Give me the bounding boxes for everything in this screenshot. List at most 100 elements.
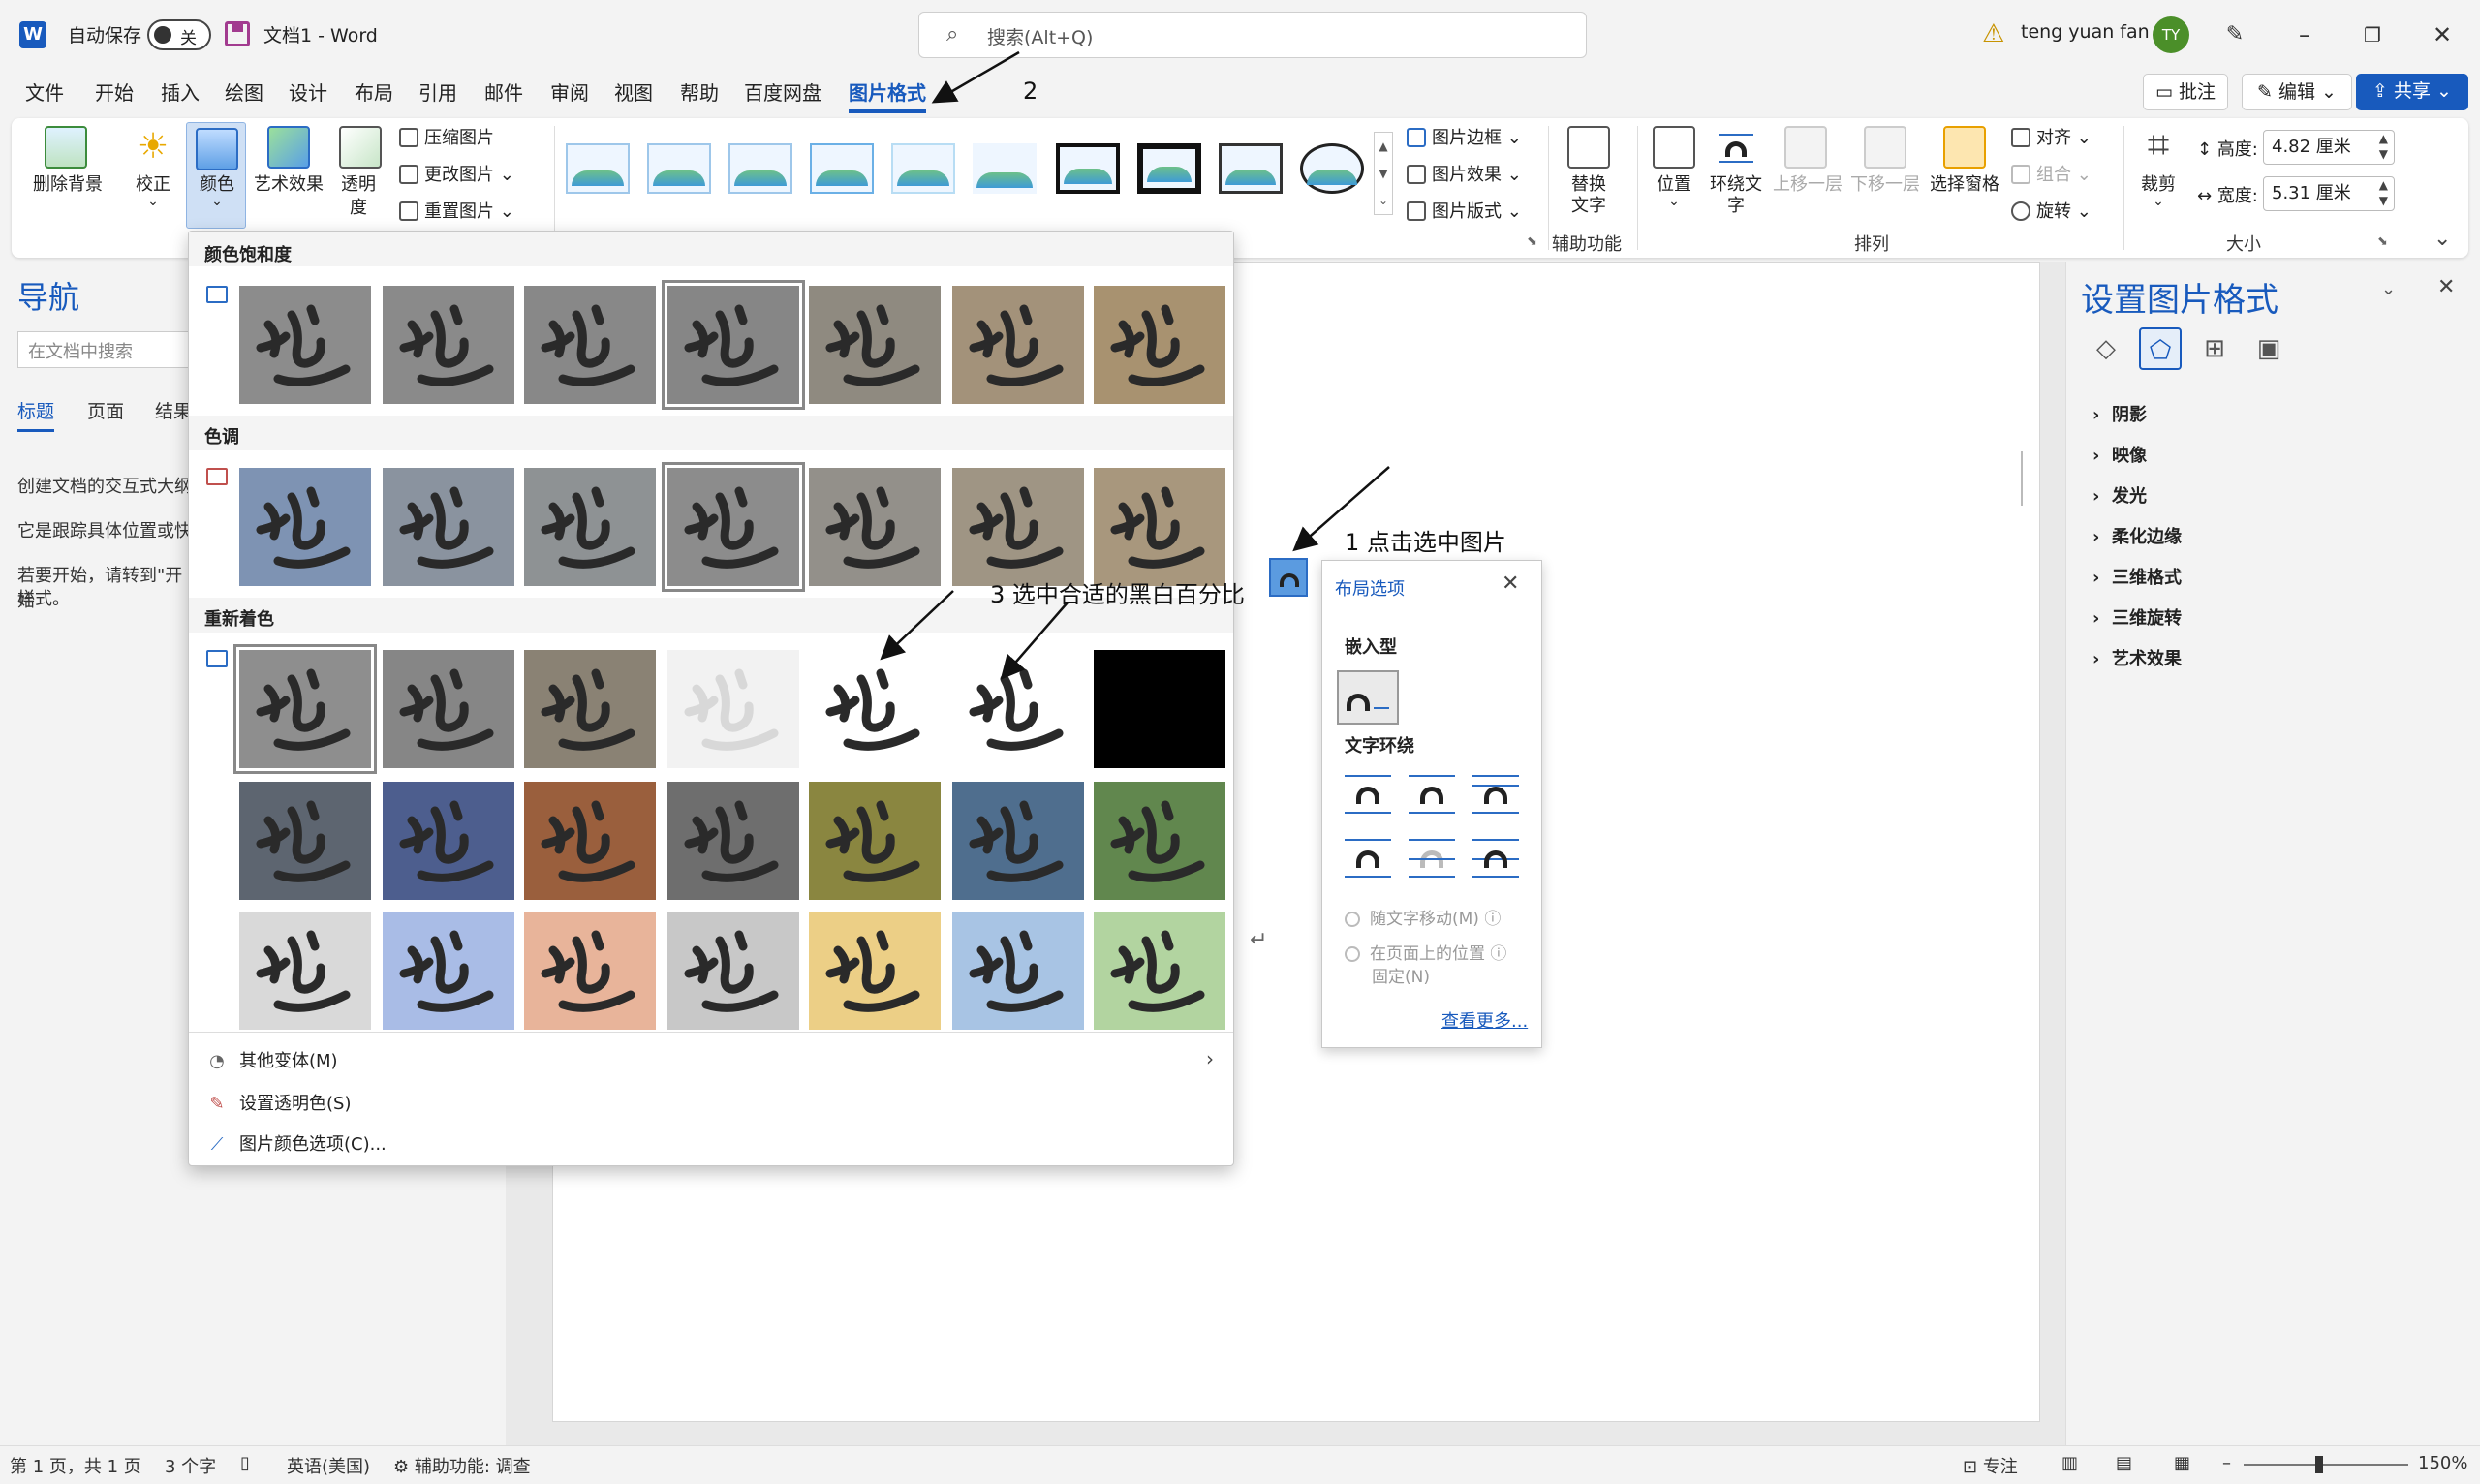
picture-style-thumb[interactable] <box>566 143 630 194</box>
send-backward-button[interactable]: 下移一层 <box>1846 170 1924 196</box>
compress-pictures-button[interactable]: 压缩图片 <box>399 124 494 149</box>
recolor-swatch[interactable] <box>667 782 799 900</box>
group-button[interactable]: 组合 ⌄ <box>2011 161 2092 186</box>
wrap-top-bottom-option[interactable] <box>1343 839 1393 878</box>
layout-options-icon[interactable] <box>1269 558 1308 597</box>
zoom-level[interactable]: 150% <box>2418 1453 2467 1473</box>
page-count[interactable]: 第 1 页，共 1 页 <box>10 1453 141 1478</box>
bring-forward-button[interactable]: 上移一层 <box>1769 170 1846 196</box>
tab-review[interactable]: 审阅 <box>550 77 589 106</box>
selection-pane-button[interactable]: 选择窗格 <box>1926 170 2003 196</box>
reset-picture-button[interactable]: 重置图片 ⌄ <box>399 198 514 223</box>
word-count[interactable]: 3 个字 <box>165 1453 216 1478</box>
collapse-ribbon-icon[interactable]: ⌄ <box>2434 227 2451 251</box>
picture-color-options-item[interactable]: ⟋ 图片颜色选项(C)... <box>206 1130 387 1156</box>
zoom-slider-thumb[interactable] <box>2315 1456 2323 1473</box>
saturation-swatch[interactable] <box>952 286 1084 404</box>
see-more-link[interactable]: 查看更多... <box>1442 1007 1528 1033</box>
effects-icon[interactable]: ⬠ <box>2139 327 2182 370</box>
recolor-swatch[interactable] <box>233 644 377 774</box>
tab-layout[interactable]: 布局 <box>355 77 393 106</box>
search-box[interactable]: ⌕ 搜索(Alt+Q) <box>918 12 1587 58</box>
recolor-swatch[interactable] <box>1094 912 1225 1030</box>
saturation-swatch[interactable] <box>524 286 656 404</box>
restore-icon[interactable]: ❐ <box>2348 14 2397 56</box>
picture-style-thumb[interactable] <box>810 143 874 194</box>
recolor-swatch[interactable] <box>383 782 514 900</box>
user-name[interactable]: teng yuan fan <box>2021 21 2150 43</box>
section-artistic-effects[interactable]: › 艺术效果 <box>2092 645 2182 670</box>
wrap-behind-option[interactable] <box>1407 839 1457 878</box>
recolor-swatch[interactable] <box>239 782 371 900</box>
tab-insert[interactable]: 插入 <box>161 77 200 106</box>
dialog-launcher-icon[interactable]: ⬊ <box>1527 234 1537 249</box>
section-glow[interactable]: › 发光 <box>2092 482 2147 508</box>
position-button[interactable]: 位置 <box>1647 170 1701 196</box>
set-transparent-color-item[interactable]: ✎ 设置透明色(S) <box>206 1090 351 1115</box>
web-layout-icon[interactable]: ▦ <box>2174 1453 2190 1473</box>
tab-picture-format[interactable]: 图片格式 <box>849 77 926 113</box>
width-input[interactable]: 5.31 厘米 ▲ ▼ <box>2263 176 2395 211</box>
tab-draw[interactable]: 绘图 <box>225 77 264 106</box>
picture-style-thumb[interactable] <box>891 143 955 194</box>
tab-baidu[interactable]: 百度网盘 <box>744 77 822 106</box>
picture-style-thumb[interactable] <box>647 143 711 194</box>
tab-home[interactable]: 开始 <box>95 77 134 106</box>
pen-icon[interactable]: ✎ <box>2211 14 2259 56</box>
remove-background-button[interactable]: 删除背景 <box>29 170 107 196</box>
wrap-square-option[interactable] <box>1343 775 1393 814</box>
accessibility-status[interactable]: ⚙ 辅助功能: 调查 <box>393 1453 531 1478</box>
corrections-button[interactable]: 校正 <box>132 170 174 196</box>
picture-border-button[interactable]: 图片边框 ⌄ <box>1407 124 1522 149</box>
gallery-scroll[interactable]: ▲ ▼ ⌄ <box>1374 132 1393 215</box>
picture-style-thumb[interactable] <box>728 143 792 194</box>
recolor-swatch[interactable] <box>667 650 799 768</box>
wrap-inline-option[interactable] <box>1337 670 1399 725</box>
saturation-swatch[interactable] <box>662 280 805 410</box>
recolor-swatch[interactable] <box>809 650 941 768</box>
avatar[interactable]: TY <box>2153 16 2189 53</box>
comment-button[interactable]: ▭ 批注 <box>2143 74 2228 110</box>
spinner-icon[interactable]: ▲ ▼ <box>2379 131 2388 162</box>
tone-swatch[interactable] <box>1094 468 1225 586</box>
tone-swatch[interactable] <box>383 468 514 586</box>
print-layout-icon[interactable]: ▤ <box>2116 1453 2132 1473</box>
nav-tab-results[interactable]: 结果 <box>155 397 192 423</box>
zoom-slider[interactable] <box>2244 1464 2408 1466</box>
tab-references[interactable]: 引用 <box>418 77 457 106</box>
section-3d-rotation[interactable]: › 三维旋转 <box>2092 604 2182 630</box>
recolor-swatch[interactable] <box>809 782 941 900</box>
save-icon[interactable] <box>225 21 250 46</box>
recolor-swatch[interactable] <box>524 912 656 1030</box>
edit-button[interactable]: ✎ 编辑 ⌄ <box>2242 74 2352 110</box>
tab-design[interactable]: 设计 <box>289 77 327 106</box>
recolor-swatch[interactable] <box>952 782 1084 900</box>
share-button[interactable]: ⇪ 共享 ⌄ <box>2356 74 2468 110</box>
autosave-toggle[interactable]: 关 <box>147 19 211 50</box>
nav-tab-headings[interactable]: 标题 <box>17 397 55 432</box>
color-button[interactable]: 颜色 <box>192 170 242 196</box>
section-soft-edges[interactable]: › 柔化边缘 <box>2092 523 2182 548</box>
move-with-text-radio[interactable]: 随文字移动(M) ⓘ <box>1345 905 1501 929</box>
tone-swatch[interactable] <box>239 468 371 586</box>
dialog-launcher-icon[interactable]: ⬊ <box>2377 234 2388 249</box>
minimize-icon[interactable]: – <box>2280 14 2329 56</box>
wrap-front-option[interactable] <box>1471 839 1521 878</box>
recolor-swatch[interactable] <box>1094 650 1225 768</box>
tab-view[interactable]: 视图 <box>614 77 653 106</box>
crop-button[interactable]: 裁剪 <box>2131 170 2186 196</box>
height-input[interactable]: 4.82 厘米 ▲ ▼ <box>2263 130 2395 165</box>
wrap-tight-option[interactable] <box>1407 775 1457 814</box>
recolor-swatch[interactable] <box>524 650 656 768</box>
focus-mode[interactable]: ⊡ 专注 <box>1963 1453 2018 1478</box>
zoom-out-icon[interactable]: – <box>2222 1453 2231 1473</box>
saturation-swatch[interactable] <box>383 286 514 404</box>
recolor-swatch[interactable] <box>524 782 656 900</box>
recolor-swatch[interactable] <box>809 912 941 1030</box>
warning-icon[interactable]: ⚠ <box>1982 19 2004 48</box>
saturation-swatch[interactable] <box>809 286 941 404</box>
close-pane-icon[interactable]: ✕ <box>2437 275 2455 299</box>
fix-position-radio[interactable]: 在页面上的位置 ⓘ <box>1345 940 1506 964</box>
recolor-swatch[interactable] <box>383 650 514 768</box>
recolor-swatch[interactable] <box>383 912 514 1030</box>
